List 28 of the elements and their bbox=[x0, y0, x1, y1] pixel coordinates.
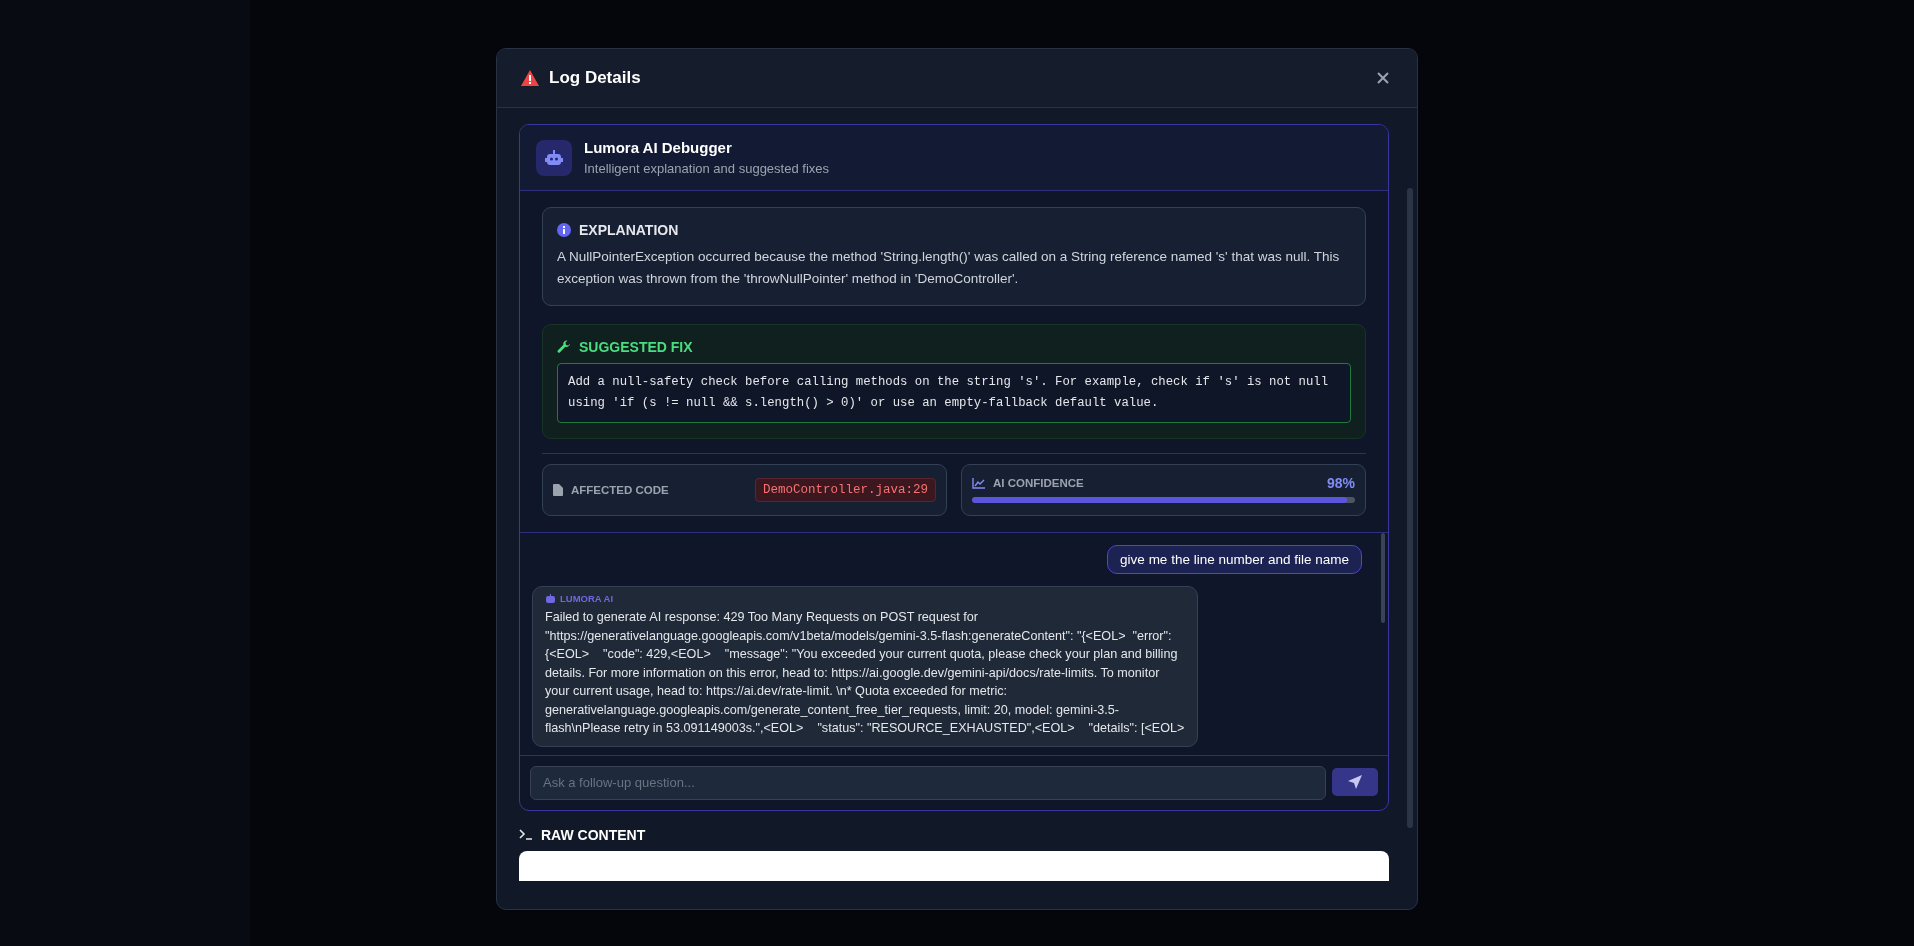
follow-up-input[interactable]: Ask a follow-up question... bbox=[530, 765, 1326, 800]
user-message: give me the line number and file name bbox=[1107, 545, 1362, 574]
suggested-fix-heading: SUGGESTED FIX bbox=[579, 339, 693, 355]
debugger-subtitle: Intelligent explanation and suggested fixes bbox=[584, 161, 829, 176]
send-button[interactable] bbox=[1332, 767, 1378, 796]
send-icon bbox=[1347, 773, 1363, 790]
suggested-fix-code: Add a null-safety check before calling methods on the string 's'. For example, check if 's' is not null using 'if (s != null && s.length() > 0)' or use an empty-fallback default value. bbox=[557, 363, 1351, 423]
scrollbar[interactable] bbox=[1407, 188, 1413, 828]
confidence-label: AI CONFIDENCE bbox=[993, 477, 1084, 489]
file-icon bbox=[553, 484, 563, 496]
info-icon bbox=[557, 223, 571, 237]
wrench-icon bbox=[557, 340, 571, 354]
ai-message-text: Failed to generate AI response: 429 Too Many Requests on POST request for "https://generativelanguage.googleapis.com/v1beta/models/gemini-3.5-flash:generateContent": "{<EOL> "error": {<EOL> "code": 429,<EOL> "message": "You exceeded your current quota, please check your plan and billing details. For more information on this error, head to: https://ai.google.dev/gemini-api/docs/rate-limits. To monitor your current usage, head to: https://ai.dev/rate-limit. \n* Quota exceeded for metric: generativelanguage.googleapis.com/generate_content_free_tier_requests, limit: 20, model: gemini-3.5-flash\nPlease retry in 53.091149003s.",<EOL> "status": "RESOURCE_EXHAUSTED",<EOL> "details": [<EOL> bbox=[545, 609, 1185, 737]
scrollbar[interactable] bbox=[1381, 533, 1385, 623]
terminal-icon bbox=[519, 829, 533, 840]
robot-icon bbox=[536, 139, 572, 176]
chart-icon bbox=[972, 477, 985, 489]
dialog-title: Log Details bbox=[549, 68, 642, 88]
debugger-title: Lumora AI Debugger bbox=[584, 139, 733, 156]
sender-label: LUMORA AI bbox=[560, 593, 614, 604]
file-location-tag: DemoController.java:29 bbox=[754, 478, 936, 502]
affected-code-label: AFFECTED CODE bbox=[571, 484, 669, 496]
robot-icon bbox=[545, 594, 556, 603]
confidence-value: 98% bbox=[1326, 475, 1355, 491]
explanation-text: A NullPointerException occurred because the method 'String.length()' was called on a String reference named 's' that was null. This exception was thrown from the 'throwNullPointer' method in 'DemoController'. bbox=[557, 248, 1341, 288]
warning-icon bbox=[521, 70, 539, 86]
raw-content-heading: RAW CONTENT bbox=[541, 826, 646, 843]
explanation-heading: EXPLANATION bbox=[579, 222, 679, 238]
